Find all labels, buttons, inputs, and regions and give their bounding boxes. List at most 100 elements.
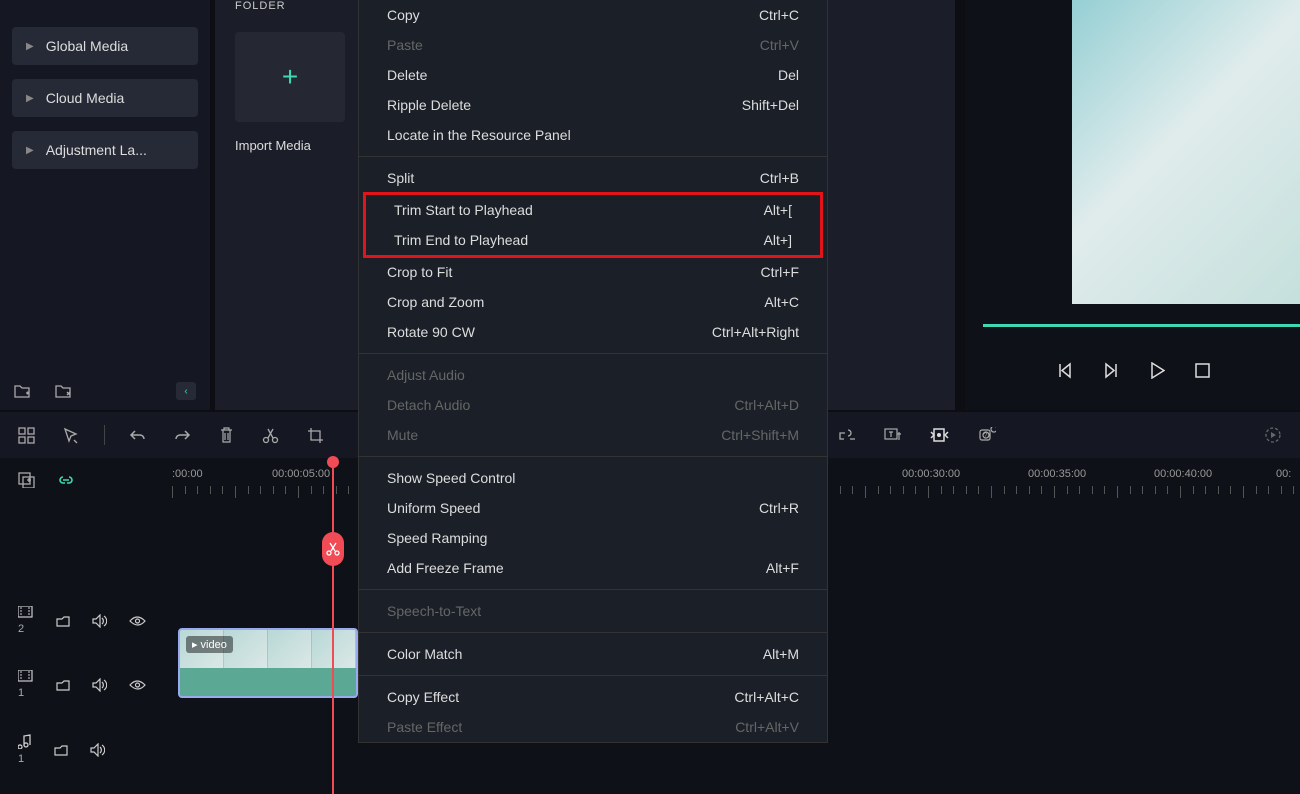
add-track-button[interactable] <box>18 472 35 488</box>
timeline-clip[interactable]: ▸ video <box>178 628 358 698</box>
menu-label: Rotate 90 CW <box>387 324 475 340</box>
visibility-icon[interactable] <box>129 679 146 691</box>
ruler-tick: 00: <box>1276 468 1291 480</box>
plus-icon: + <box>282 61 298 93</box>
menu-item-add-freeze-frame[interactable]: Add Freeze FrameAlt+F <box>359 553 827 583</box>
menu-item-paste: PasteCtrl+V <box>359 30 827 60</box>
sidebar-item-adjustment-layer[interactable]: ▶ Adjustment La... <box>12 131 198 169</box>
menu-label: Crop to Fit <box>387 264 452 280</box>
menu-label: Mute <box>387 427 418 443</box>
ruler-tick: 00:00:30:00 <box>902 468 960 480</box>
collapse-sidebar-button[interactable]: ‹ <box>176 382 196 400</box>
link-toggle-button[interactable] <box>57 472 75 488</box>
menu-item-ripple-delete[interactable]: Ripple DeleteShift+Del <box>359 90 827 120</box>
lock-icon[interactable] <box>54 743 68 756</box>
menu-label: Adjust Audio <box>387 367 465 383</box>
menu-label: Detach Audio <box>387 397 470 413</box>
audio-track-icon: 1 <box>18 734 32 765</box>
menu-shortcut: Shift+Del <box>742 97 799 113</box>
menu-item-adjust-audio: Adjust Audio <box>359 360 827 390</box>
redo-button[interactable] <box>174 428 191 443</box>
chevron-right-icon: ▶ <box>26 41 34 52</box>
audio-tool-icon[interactable] <box>838 427 856 443</box>
sync-tool-icon[interactable]: ? <box>978 427 996 443</box>
menu-item-locate-in-the-resource-panel[interactable]: Locate in the Resource Panel <box>359 120 827 150</box>
menu-item-detach-audio: Detach AudioCtrl+Alt+D <box>359 390 827 420</box>
sidebar-item-global-media[interactable]: ▶ Global Media <box>12 27 198 65</box>
visibility-icon[interactable] <box>129 615 146 627</box>
sidebar-item-label: Global Media <box>46 38 129 54</box>
menu-item-copy[interactable]: Copy Ctrl+C <box>359 0 827 30</box>
apps-icon[interactable] <box>18 427 35 444</box>
menu-label: Trim Start to Playhead <box>394 202 533 218</box>
delete-button[interactable] <box>219 427 234 443</box>
menu-label: Show Speed Control <box>387 470 515 486</box>
render-button[interactable] <box>1264 426 1282 444</box>
folder-add-icon[interactable] <box>14 384 31 399</box>
menu-item-trim-start-to-playhead[interactable]: Trim Start to Playhead Alt+[ <box>366 195 820 225</box>
menu-shortcut: Ctrl+Alt+Right <box>712 324 799 340</box>
folder-remove-icon[interactable] <box>55 384 72 399</box>
ruler-tick: 00:00:35:00 <box>1028 468 1086 480</box>
menu-item-copy-effect[interactable]: Copy EffectCtrl+Alt+C <box>359 682 827 712</box>
menu-label: Uniform Speed <box>387 500 480 516</box>
menu-shortcut: Ctrl+F <box>761 264 800 280</box>
menu-item-crop-and-zoom[interactable]: Crop and Zoom Alt+C <box>359 287 827 317</box>
menu-item-delete[interactable]: DeleteDel <box>359 60 827 90</box>
preview-video[interactable] <box>1072 0 1300 304</box>
preview-progress-bar[interactable] <box>983 324 1300 327</box>
menu-shortcut: Alt+M <box>763 646 799 662</box>
playhead[interactable] <box>332 458 334 794</box>
import-media-button[interactable]: + <box>235 32 345 122</box>
sidebar-item-label: Cloud Media <box>46 90 125 106</box>
menu-item-show-speed-control[interactable]: Show Speed Control <box>359 463 827 493</box>
menu-shortcut: Alt+F <box>766 560 799 576</box>
menu-item-uniform-speed[interactable]: Uniform SpeedCtrl+R <box>359 493 827 523</box>
ruler-tick: :00:00 <box>172 468 203 480</box>
sidebar: ▶ Global Media ▶ Cloud Media ▶ Adjustmen… <box>0 0 210 410</box>
menu-shortcut: Ctrl+Alt+V <box>735 719 799 735</box>
menu-item-color-match[interactable]: Color Match Alt+M <box>359 639 827 669</box>
menu-label: Color Match <box>387 646 462 662</box>
chevron-right-icon: ▶ <box>26 93 34 104</box>
undo-button[interactable] <box>129 428 146 443</box>
mute-icon[interactable] <box>92 678 107 692</box>
play-button[interactable] <box>1150 362 1165 379</box>
menu-item-speech-to-text: Speech-to-Text <box>359 596 827 626</box>
cursor-icon[interactable] <box>63 427 80 444</box>
menu-label: Trim End to Playhead <box>394 232 528 248</box>
menu-item-speed-ramping[interactable]: Speed Ramping <box>359 523 827 553</box>
clip-label: ▸ video <box>186 636 233 653</box>
split-button[interactable] <box>262 427 279 444</box>
ruler-tick: 00:00:40:00 <box>1154 468 1212 480</box>
crop-button[interactable] <box>307 427 324 444</box>
mute-icon[interactable] <box>92 614 107 628</box>
scissors-icon[interactable] <box>322 532 344 566</box>
menu-label: Copy <box>387 7 420 23</box>
menu-label: Crop and Zoom <box>387 294 484 310</box>
lock-icon[interactable] <box>56 614 70 627</box>
prev-frame-button[interactable] <box>1056 362 1073 379</box>
menu-shortcut: Alt+] <box>764 232 792 248</box>
menu-item-mute: Mute Ctrl+Shift+M <box>359 420 827 450</box>
video-track-icon: 1 <box>18 670 34 699</box>
text-tool-icon[interactable] <box>884 427 902 443</box>
stop-button[interactable] <box>1195 363 1210 378</box>
menu-shortcut: Ctrl+C <box>759 7 799 23</box>
menu-shortcut: Alt+C <box>764 294 799 310</box>
record-tool-icon[interactable] <box>930 428 950 442</box>
menu-item-trim-end-to-playhead[interactable]: Trim End to Playhead Alt+] <box>366 225 820 255</box>
sidebar-item-cloud-media[interactable]: ▶ Cloud Media <box>12 79 198 117</box>
menu-label: Speech-to-Text <box>387 603 481 619</box>
next-frame-button[interactable] <box>1103 362 1120 379</box>
ruler-tick: 00:00:05:00 <box>272 468 330 480</box>
mute-icon[interactable] <box>90 743 105 757</box>
menu-label: Locate in the Resource Panel <box>387 127 571 143</box>
preview-controls <box>965 362 1300 379</box>
lock-icon[interactable] <box>56 678 70 691</box>
menu-item-split[interactable]: SplitCtrl+B <box>359 163 827 193</box>
menu-item-rotate-90-cw[interactable]: Rotate 90 CW Ctrl+Alt+Right <box>359 317 827 347</box>
menu-shortcut: Ctrl+Shift+M <box>721 427 799 443</box>
menu-shortcut: Alt+[ <box>764 202 792 218</box>
menu-item-crop-to-fit[interactable]: Crop to Fit Ctrl+F <box>359 257 827 287</box>
